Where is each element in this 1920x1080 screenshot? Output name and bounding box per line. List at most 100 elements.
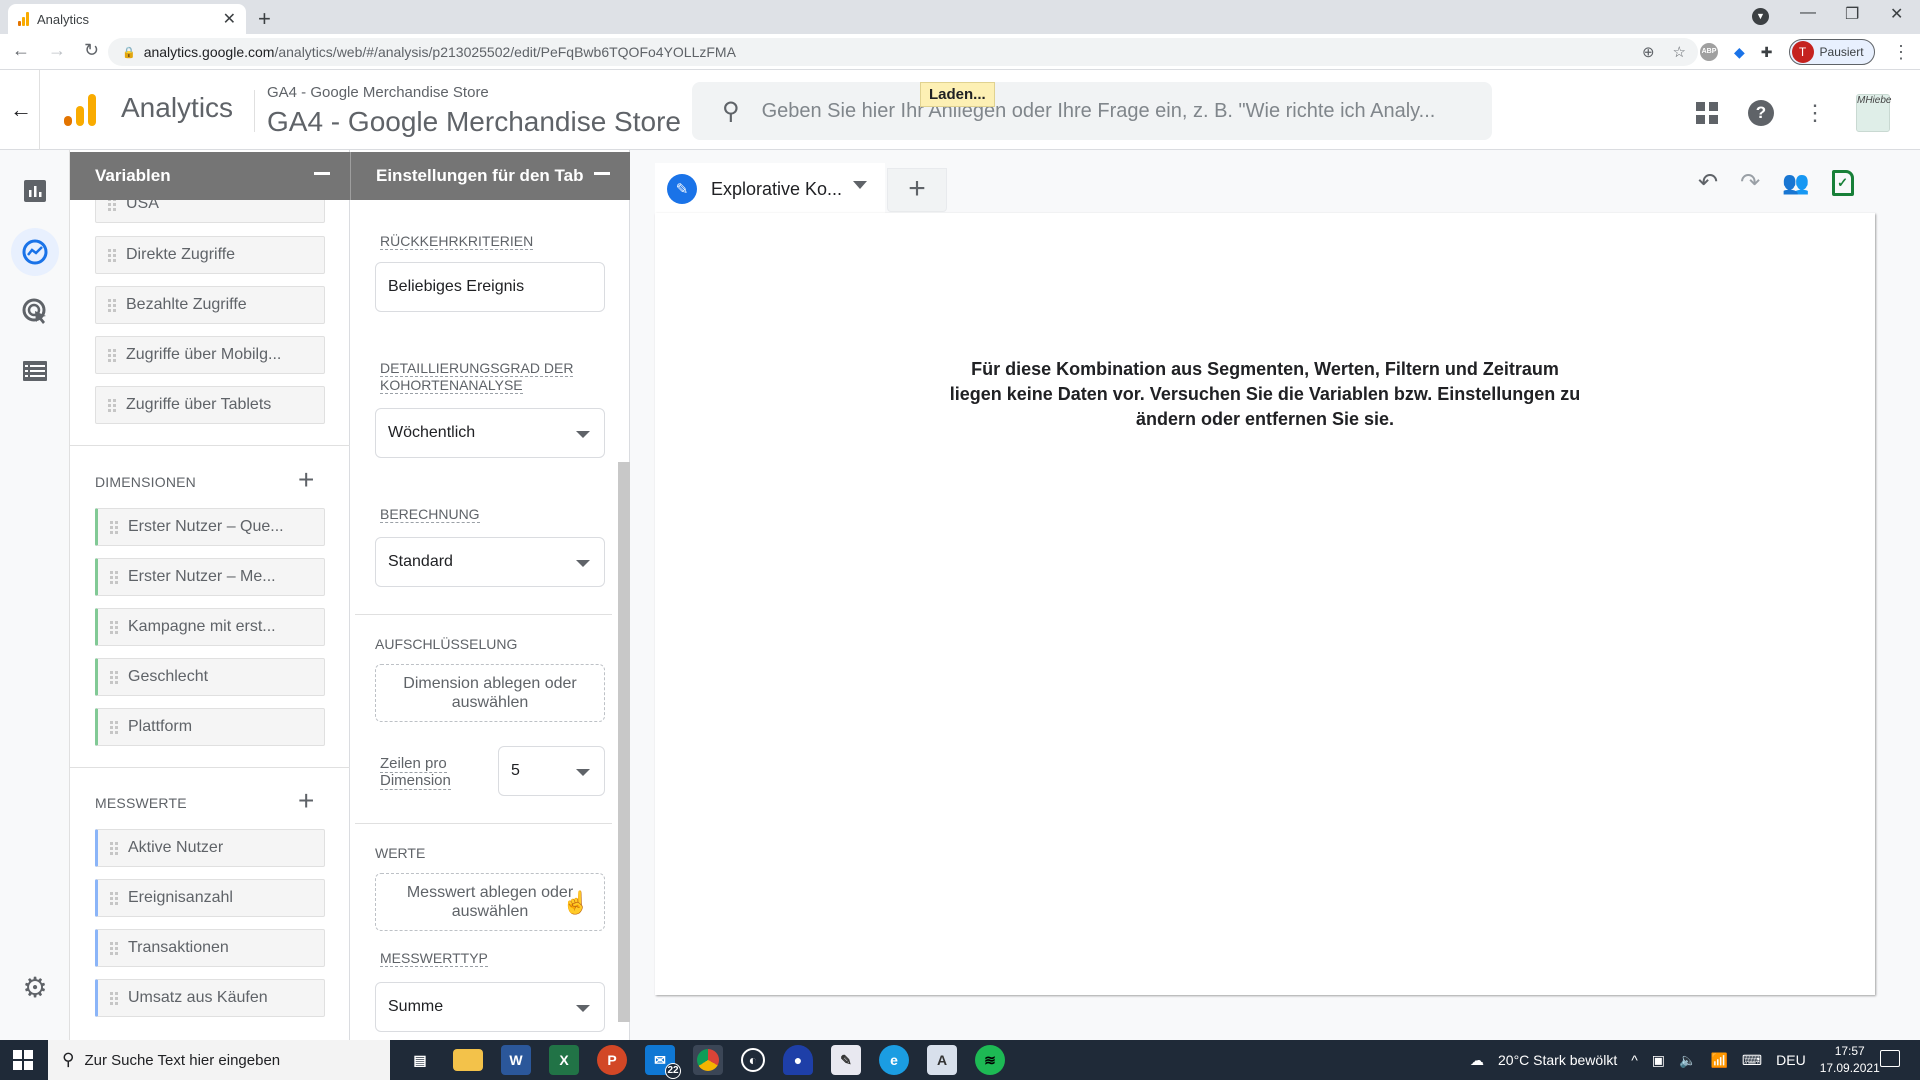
chrome-icon[interactable]: [693, 1045, 723, 1075]
drag-handle-icon[interactable]: [110, 520, 118, 534]
obs-icon[interactable]: ◐: [741, 1048, 765, 1072]
share-user-add-icon[interactable]: 👥: [1782, 170, 1809, 196]
spotify-icon[interactable]: ≋: [975, 1045, 1005, 1075]
drag-handle-icon[interactable]: [110, 570, 118, 584]
edge-icon[interactable]: e: [879, 1045, 909, 1075]
drag-handle-icon[interactable]: [108, 298, 116, 312]
segment-chip[interactable]: Bezahlte Zugriffe: [95, 286, 325, 324]
apps-grid-icon[interactable]: [1696, 102, 1718, 124]
add-tab-button[interactable]: +: [887, 168, 947, 212]
account-breadcrumb[interactable]: GA4 - Google Merchandise Store: [267, 84, 489, 101]
drag-handle-icon[interactable]: [110, 841, 118, 855]
metric-type-dropdown[interactable]: Summe: [375, 982, 605, 1032]
back-arrow-icon[interactable]: ←: [10, 97, 32, 123]
drag-handle-icon[interactable]: [110, 941, 118, 955]
drag-handle-icon[interactable]: [110, 991, 118, 1005]
bookmark-star-icon[interactable]: ☆: [1673, 43, 1686, 61]
notifications-icon[interactable]: [1880, 1050, 1900, 1067]
weather-cloud-icon[interactable]: ☁: [1470, 1052, 1484, 1069]
drag-handle-icon[interactable]: [108, 348, 116, 362]
breakdown-dropzone[interactable]: Dimension ablegen oder auswählen: [375, 664, 605, 722]
add-metric-button[interactable]: +: [298, 787, 314, 815]
drag-handle-icon[interactable]: [110, 720, 118, 734]
clock[interactable]: 17:57 17.09.2021: [1820, 1043, 1880, 1077]
task-view-icon[interactable]: ▤: [405, 1045, 435, 1075]
metric-chip[interactable]: Umsatz aus Käufen: [95, 979, 325, 1017]
account-avatar[interactable]: MHiebe: [1856, 94, 1891, 132]
close-window-icon[interactable]: ✕: [1890, 4, 1903, 24]
network-icon[interactable]: 📶: [1710, 1052, 1727, 1069]
paint-icon[interactable]: ✎: [831, 1045, 861, 1075]
segment-chip[interactable]: Zugriffe über Tablets: [95, 386, 325, 424]
notepad-icon[interactable]: A: [927, 1045, 957, 1075]
drag-handle-icon[interactable]: [108, 398, 116, 412]
back-icon[interactable]: ←: [12, 40, 30, 61]
word-icon[interactable]: W: [501, 1045, 531, 1075]
address-bar[interactable]: 🔒 analytics.google.com/analytics/web/#/a…: [108, 38, 1698, 66]
undo-icon[interactable]: ↶: [1698, 168, 1718, 197]
keyboard-icon[interactable]: ⌨: [1742, 1052, 1762, 1069]
dimension-chip[interactable]: Erster Nutzer – Me...: [95, 558, 325, 596]
settings-gear-icon[interactable]: ⚙: [18, 970, 52, 1004]
profile-button[interactable]: T Pausiert: [1788, 39, 1875, 65]
search-input[interactable]: ⚲ Geben Sie hier Ihr Anliegen oder Ihre …: [692, 82, 1492, 140]
drag-handle-icon[interactable]: [110, 620, 118, 634]
drag-handle-icon[interactable]: [108, 248, 116, 262]
configure-list-icon[interactable]: [18, 354, 52, 388]
segment-chip[interactable]: Direkte Zugriffe: [95, 236, 325, 274]
forward-icon[interactable]: →: [48, 40, 66, 61]
rows-per-dimension-dropdown[interactable]: 5: [498, 746, 605, 796]
restore-window-icon[interactable]: ❐: [1845, 4, 1859, 24]
advertising-icon[interactable]: [18, 294, 52, 328]
metric-chip[interactable]: Transaktionen: [95, 929, 325, 967]
tag-assistant-icon[interactable]: ◆: [1734, 44, 1745, 61]
dimension-chip[interactable]: Erster Nutzer – Que...: [95, 508, 325, 546]
dimension-chip[interactable]: Geschlecht: [95, 658, 325, 696]
reports-icon[interactable]: [18, 174, 52, 208]
collapse-panel-icon[interactable]: [594, 172, 610, 175]
new-tab-button[interactable]: +: [258, 6, 271, 32]
mail-icon[interactable]: ✉ 22: [645, 1045, 681, 1079]
close-tab-icon[interactable]: ✕: [223, 9, 236, 29]
collapse-panel-icon[interactable]: [314, 172, 330, 175]
windows-start-icon[interactable]: [13, 1050, 33, 1070]
metric-chip[interactable]: Ereignisanzahl: [95, 879, 325, 917]
language-indicator[interactable]: DEU: [1776, 1052, 1806, 1068]
browser-tab[interactable]: Analytics ✕: [8, 4, 246, 34]
property-selector[interactable]: GA4 - Google Merchandise Store: [267, 106, 681, 138]
dimension-chip[interactable]: Plattform: [95, 708, 325, 746]
metric-chip[interactable]: Aktive Nutzer: [95, 829, 325, 867]
reload-icon[interactable]: ↻: [84, 40, 99, 61]
volume-icon[interactable]: 🔈: [1679, 1052, 1696, 1069]
excel-icon[interactable]: X: [549, 1045, 579, 1075]
redo-icon[interactable]: ↷: [1740, 168, 1760, 197]
more-vert-icon[interactable]: ⋮: [1804, 102, 1826, 124]
weather-text[interactable]: 20°C Stark bewölkt: [1498, 1052, 1617, 1068]
tray-overflow-icon[interactable]: ^: [1631, 1052, 1638, 1068]
drag-handle-icon[interactable]: [110, 670, 118, 684]
tab-search-icon[interactable]: ▼: [1752, 8, 1769, 25]
drag-handle-icon[interactable]: [110, 891, 118, 905]
file-explorer-icon[interactable]: [453, 1049, 483, 1071]
powerpoint-icon[interactable]: P: [597, 1045, 627, 1075]
exploration-tab[interactable]: ✎ Explorative Ko...: [655, 163, 885, 215]
tab-dropdown-icon[interactable]: [853, 181, 867, 189]
add-dimension-button[interactable]: +: [298, 466, 314, 494]
chrome-menu-icon[interactable]: ⋮: [1892, 42, 1910, 63]
app-icon[interactable]: ●: [783, 1045, 813, 1075]
taskbar-search-input[interactable]: ⚲ Zur Suche Text hier eingeben: [48, 1040, 390, 1080]
meet-now-icon[interactable]: ▣: [1652, 1052, 1665, 1069]
explore-icon[interactable]: [11, 228, 59, 276]
dimension-chip[interactable]: Kampagne mit erst...: [95, 608, 325, 646]
settings-scrollbar[interactable]: [618, 462, 630, 1022]
save-file-check-icon[interactable]: ✓: [1831, 169, 1854, 196]
zoom-icon[interactable]: ⊕: [1642, 43, 1655, 61]
minimize-window-icon[interactable]: —: [1800, 4, 1816, 22]
return-criteria-field[interactable]: Beliebiges Ereignis: [375, 262, 605, 312]
extensions-puzzle-icon[interactable]: ✚: [1761, 44, 1773, 61]
cohort-granularity-dropdown[interactable]: Wöchentlich: [375, 408, 605, 458]
adblock-plus-icon[interactable]: ABP: [1700, 43, 1718, 61]
calculation-dropdown[interactable]: Standard: [375, 537, 605, 587]
help-icon[interactable]: ?: [1748, 100, 1774, 126]
segment-chip[interactable]: Zugriffe über Mobilg...: [95, 336, 325, 374]
